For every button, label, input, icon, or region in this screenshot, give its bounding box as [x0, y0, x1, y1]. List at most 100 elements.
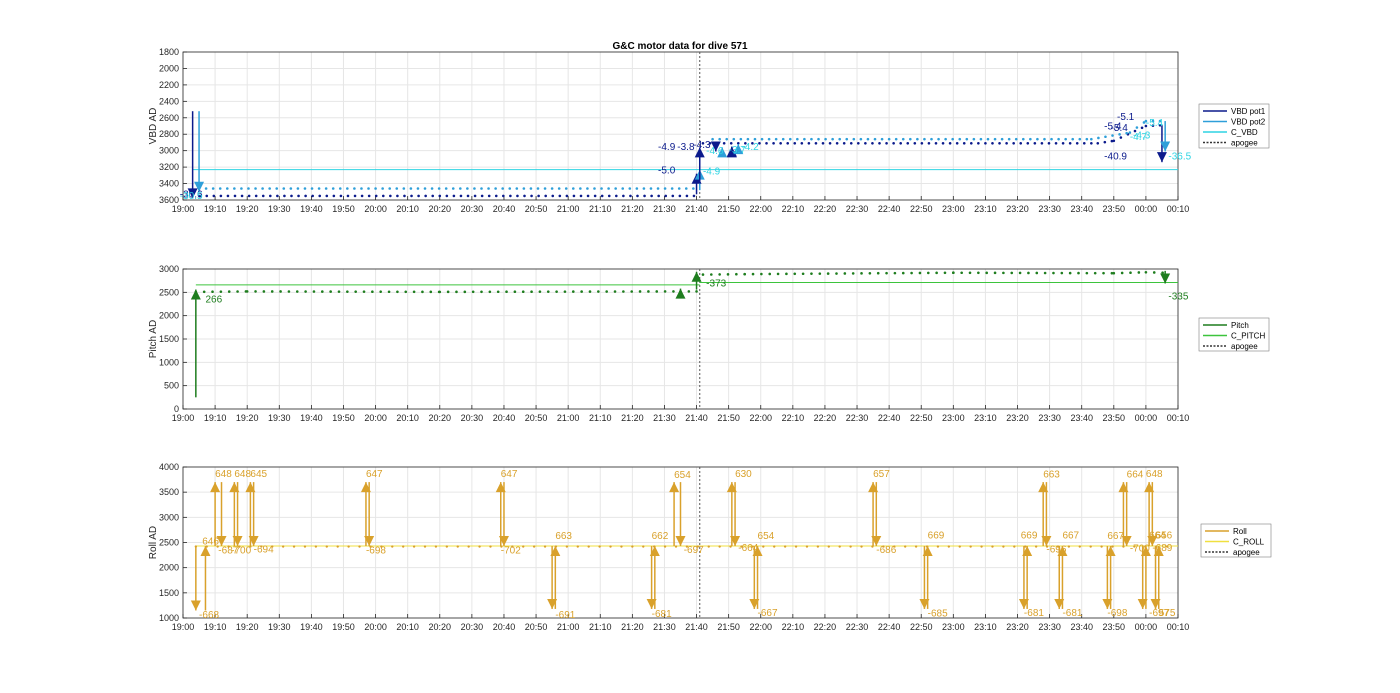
vbd-pot1-point [551, 194, 555, 198]
vbd-pot2-point [607, 187, 610, 190]
vbd-pot2-point [1029, 137, 1032, 141]
pitch-point [337, 290, 341, 293]
roll-arrow-head [200, 546, 211, 557]
vbd-pot1-point [544, 194, 547, 198]
pitch-point [835, 272, 838, 275]
pitch-point [1129, 271, 1132, 275]
roll-data-label: 648 [234, 469, 251, 480]
x-tick-label: 19:50 [332, 413, 355, 423]
x-tick-label: 00:10 [1167, 413, 1190, 423]
pitch-point [810, 272, 813, 275]
roll-data-label: 667 [1107, 531, 1124, 542]
vbd-pot2-point [303, 187, 307, 190]
pitch-point [655, 290, 659, 293]
vbd-pot2-point [986, 137, 990, 141]
vbd-pot2-point [1097, 136, 1100, 140]
vbd-pot1-point [325, 194, 329, 198]
x-tick-label: 19:20 [236, 204, 259, 214]
vbd-pot2-point [1064, 137, 1067, 141]
pitch-point [295, 290, 299, 293]
vbd-pot2-point [353, 187, 356, 190]
vbd-pot1-point [948, 141, 952, 145]
legend-label: Pitch [1231, 321, 1249, 330]
pitch-point [1152, 271, 1156, 274]
y-tick-label: 2200 [159, 80, 179, 90]
roll-data-label: 664 [1127, 470, 1144, 481]
vbd-pot1-point [615, 194, 618, 198]
panel-pitch: 19:00 19:10 19:20 19:30 19:40 19:50 20:00 20:10… [148, 264, 1270, 423]
pitch-point [455, 290, 458, 294]
vbd-pot1-point [452, 194, 456, 198]
pitch-point [630, 290, 634, 293]
vbd-pot1-point [1103, 140, 1107, 144]
pitch-point [768, 272, 772, 276]
pitch-point [404, 290, 408, 294]
legend-label: apogee [1233, 548, 1260, 557]
pitch-point [1102, 271, 1105, 275]
vbd-pot1-point [878, 141, 881, 145]
vbd-pot2-point [204, 187, 208, 190]
vbd-pot1-point [233, 194, 237, 198]
roll-arrow-head [210, 482, 221, 493]
vbd-pot2-point [965, 137, 969, 141]
x-tick-label: 21:50 [717, 413, 740, 423]
y-tick-label: 4000 [159, 462, 179, 472]
vbd-data-label: -3.8 [677, 142, 695, 153]
vbd-data-label: -40.9 [1104, 152, 1127, 163]
vbd-pot2-point [367, 187, 370, 190]
vbd-pot1-point [607, 194, 611, 198]
vbd-pot1-point [586, 194, 590, 198]
vbd-pot2-point [586, 187, 589, 190]
roll-point [773, 545, 776, 548]
roll-point [576, 545, 579, 548]
vbd-pot1-point [842, 141, 846, 145]
vbd-pot2-point [416, 187, 420, 190]
vbd-pot1-point [885, 141, 888, 145]
vbd-pot2-point [852, 137, 856, 141]
vbd-pot2-point [296, 187, 300, 190]
pitch-point [935, 271, 938, 275]
x-tick-label: 23:40 [1070, 204, 1093, 214]
x-tick-label: 00:10 [1167, 204, 1190, 214]
vbd-pot1-point [1005, 141, 1008, 145]
vbd-pot1-point [1033, 141, 1037, 145]
vbd-pot1-point [828, 141, 832, 145]
pitch-point [555, 290, 558, 293]
x-tick-label: 22:40 [878, 204, 901, 214]
y-tick-label: 2800 [159, 129, 179, 139]
x-tick-label: 23:50 [1103, 204, 1126, 214]
roll-point [838, 545, 841, 548]
roll-point [467, 545, 470, 548]
roll-point [522, 545, 525, 548]
x-tick-label: 19:40 [300, 622, 323, 632]
vbd-pot1-point [417, 194, 420, 198]
vbd-pot1-point [835, 141, 839, 145]
vbd-pot1-point [473, 194, 477, 198]
vbd-data-label: -4.6 [706, 146, 724, 157]
vbd-pot1-point [629, 194, 632, 198]
roll-point [1013, 545, 1016, 548]
vbd-pot1-point [396, 194, 399, 198]
pitch-point [1043, 271, 1047, 275]
x-tick-label: 22:30 [846, 413, 869, 423]
pitch-point [211, 290, 214, 294]
vbd-pot2-point [275, 187, 279, 190]
figure-canvas: G&C motor data for dive 571 19:00 19:10 19… [148, 41, 1272, 632]
vbd-pot2-point [817, 137, 820, 141]
vbd-pot1-point [857, 141, 860, 145]
roll-point [1100, 545, 1103, 548]
pitch-point [901, 271, 905, 275]
vbd-pot2-point [473, 187, 476, 190]
roll-data-label: -685 [928, 608, 948, 619]
vbd-pot1-point [962, 141, 966, 145]
vbd-pot1-point [311, 194, 314, 198]
roll-point [587, 545, 590, 548]
vbd-pot1-point [374, 194, 378, 198]
pitch-point [605, 290, 608, 293]
pitch-point [1068, 271, 1072, 275]
vbd-pot1-point [892, 141, 895, 145]
x-tick-label: 21:10 [589, 413, 612, 423]
vbd-pot2-point [268, 187, 271, 190]
roll-data-label: 646 [202, 537, 219, 548]
vbd-pot1-point [1082, 141, 1086, 145]
